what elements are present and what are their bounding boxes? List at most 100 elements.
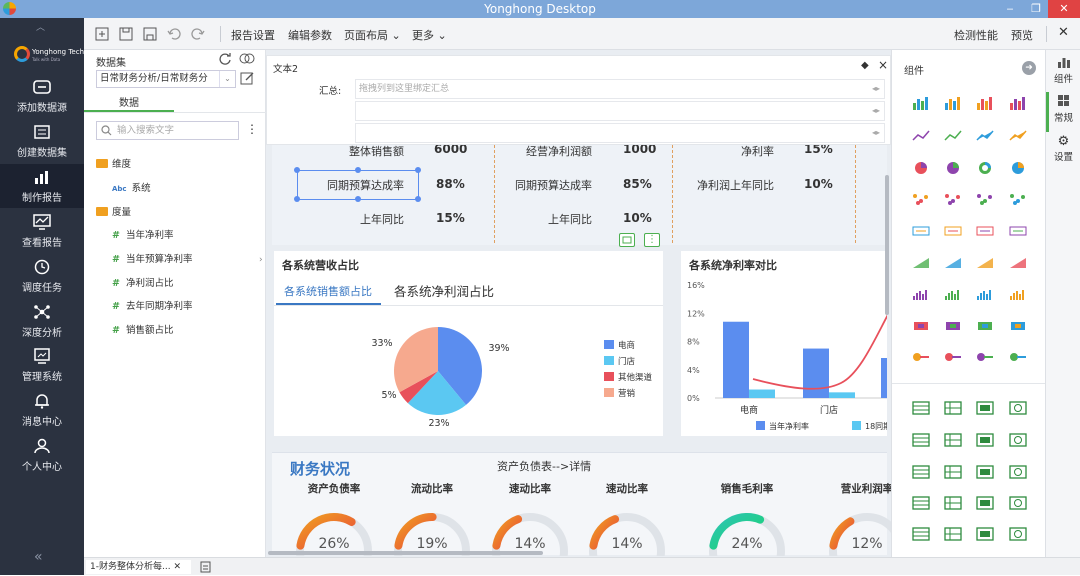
network-graph-icon[interactable] [1009, 287, 1027, 301]
minimize-button[interactable]: ‒ [996, 0, 1024, 18]
pie-chart-icon[interactable] [912, 161, 930, 175]
tab-profit-share[interactable]: 各系统净利润占比 [394, 281, 494, 300]
close-tab-icon[interactable]: ✕ [173, 562, 181, 572]
new-tab-icon[interactable] [200, 561, 212, 576]
summary-drop-zone[interactable]: 拖拽列到这里绑定汇总 ◂▸ [355, 79, 885, 99]
bar[interactable] [881, 358, 887, 398]
horizontal-scrollbar[interactable] [268, 551, 543, 555]
parallel-icon[interactable] [912, 256, 930, 270]
tree-field-measure[interactable]: # 净利润占比 [112, 275, 173, 289]
edit-params-button[interactable]: 编辑参数 [288, 27, 332, 43]
more-menu[interactable]: 更多 ⌄ [412, 27, 447, 43]
bar-chart-card[interactable]: 各系统净利率对比 16%12%8%4%0%电商门店当年净利率18同期净 [681, 251, 887, 436]
resize-handle[interactable] [355, 167, 361, 173]
resize-handle[interactable] [294, 167, 300, 173]
map-pin-icon[interactable] [1009, 224, 1027, 238]
close-editor-icon[interactable]: × [878, 58, 888, 72]
image-icon[interactable] [1009, 465, 1027, 479]
nav-create-dataset[interactable]: 创建数据集 [0, 119, 84, 163]
pie-chart-card[interactable]: 各系统营收占比 各系统销售额占比 各系统净利润占比 39% 23% 5% 33% 电商… [274, 251, 663, 436]
new-report-icon[interactable] [94, 26, 110, 42]
summary-drop-zone-3[interactable]: ◂▸ [355, 123, 885, 143]
report-settings-button[interactable]: 报告设置 [231, 27, 275, 43]
grouped-column-icon[interactable] [976, 96, 994, 110]
dot-plot-icon[interactable] [944, 192, 962, 206]
gauge-widget[interactable]: 资产负债率 26% [289, 481, 379, 556]
text-box-icon[interactable] [1009, 401, 1027, 415]
funnel-icon[interactable] [944, 224, 962, 238]
save-icon[interactable] [118, 26, 134, 42]
arrow-right-icon[interactable]: ➜ [1022, 61, 1036, 75]
stacked-area-icon[interactable] [1009, 129, 1027, 143]
resize-handle[interactable] [415, 196, 421, 202]
collapse-sidebar-icon[interactable]: « [34, 549, 43, 565]
gauge-widget[interactable]: 速动比率 14% [485, 481, 575, 556]
timer-icon[interactable] [1009, 527, 1027, 541]
refresh-icon[interactable] [219, 52, 232, 68]
combo-chart-icon[interactable] [1009, 256, 1027, 270]
tree-field-measure[interactable]: # 当年净利率 [112, 227, 173, 241]
vertical-scrollbar[interactable] [885, 175, 889, 315]
tab-components[interactable]: 组件 [1046, 56, 1080, 85]
eraser-icon[interactable]: ◆ [861, 60, 869, 71]
tree-icon[interactable] [976, 319, 994, 333]
tab-data[interactable]: 数据 [84, 94, 174, 109]
param-icon[interactable] [976, 465, 994, 479]
resize-handle[interactable] [415, 167, 421, 173]
area-chart-icon[interactable] [976, 129, 994, 143]
legend-item[interactable]: 门店 [604, 355, 652, 371]
heatmap-icon[interactable] [976, 287, 994, 301]
legend-item[interactable]: 营销 [604, 387, 652, 403]
legend-item[interactable]: 电商 [604, 339, 652, 355]
save-as-icon[interactable] [142, 26, 158, 42]
redo-icon[interactable] [190, 26, 206, 42]
maximize-button[interactable]: ❐ [1022, 0, 1050, 18]
tab-general[interactable]: 常规 [1046, 94, 1080, 124]
element-data-icon[interactable] [619, 233, 635, 247]
page-layout-menu[interactable]: 页面布局 ⌄ [344, 27, 401, 43]
panel-collapse-icon[interactable]: › [259, 255, 263, 265]
frame-icon[interactable] [976, 527, 994, 541]
check-performance-button[interactable]: 检测性能 [954, 27, 998, 43]
boxplot-icon[interactable] [944, 287, 962, 301]
scatter-icon[interactable] [912, 192, 930, 206]
element-more-icon[interactable]: ⋮ [644, 233, 660, 247]
nav-manage-system[interactable]: 管理系统 [0, 343, 84, 387]
relation-icon[interactable] [976, 350, 994, 364]
collapse-up-icon[interactable]: ︿ [36, 20, 45, 33]
tree-field-measure[interactable]: # 当年预算净利率 [112, 251, 192, 265]
number-card-icon[interactable] [912, 224, 930, 238]
embed-icon[interactable] [944, 527, 962, 541]
tab-sales-share[interactable]: 各系统销售额占比 [284, 283, 372, 299]
freestyle-table-icon[interactable] [976, 401, 994, 415]
radial-icon[interactable] [1009, 161, 1027, 175]
nav-schedule-task[interactable]: 调度任务 [0, 254, 84, 298]
resize-handle[interactable] [355, 196, 361, 202]
table-icon[interactable] [912, 401, 930, 415]
tree-folder-measure[interactable]: 度量 [96, 204, 131, 218]
step-icon[interactable] [976, 256, 994, 270]
report-tab[interactable]: 1-财务整体分析每... ✕ [86, 560, 191, 574]
list-icon[interactable] [1009, 319, 1027, 333]
map-icon[interactable] [976, 224, 994, 238]
nav-add-datasource[interactable]: 添加数据源 [0, 74, 84, 118]
bar[interactable] [723, 321, 749, 398]
link-dataset-icon[interactable] [239, 52, 255, 68]
sun-icon[interactable] [944, 319, 962, 333]
stacked-column-icon[interactable] [944, 96, 962, 110]
donut-pie-icon[interactable] [944, 161, 962, 175]
legend-label[interactable]: 18同期净 [865, 421, 887, 431]
tab-container-icon[interactable] [1009, 496, 1027, 510]
legend-label[interactable]: 当年净利率 [769, 421, 809, 431]
slider-icon[interactable] [976, 433, 994, 447]
list-filter-icon[interactable] [912, 433, 930, 447]
gauge-widget[interactable]: 销售毛利率 24% [702, 481, 792, 556]
histogram-icon[interactable] [912, 287, 930, 301]
column-chart-icon[interactable] [912, 96, 930, 110]
dataset-select[interactable]: 日常财务分析/日常财务分 ⌄ [96, 70, 236, 88]
button-icon[interactable] [944, 496, 962, 510]
bar[interactable] [829, 392, 855, 398]
bar[interactable] [803, 348, 829, 398]
resize-handle[interactable] [294, 196, 300, 202]
tree-field-system[interactable]: Abc 系统 [112, 180, 151, 194]
